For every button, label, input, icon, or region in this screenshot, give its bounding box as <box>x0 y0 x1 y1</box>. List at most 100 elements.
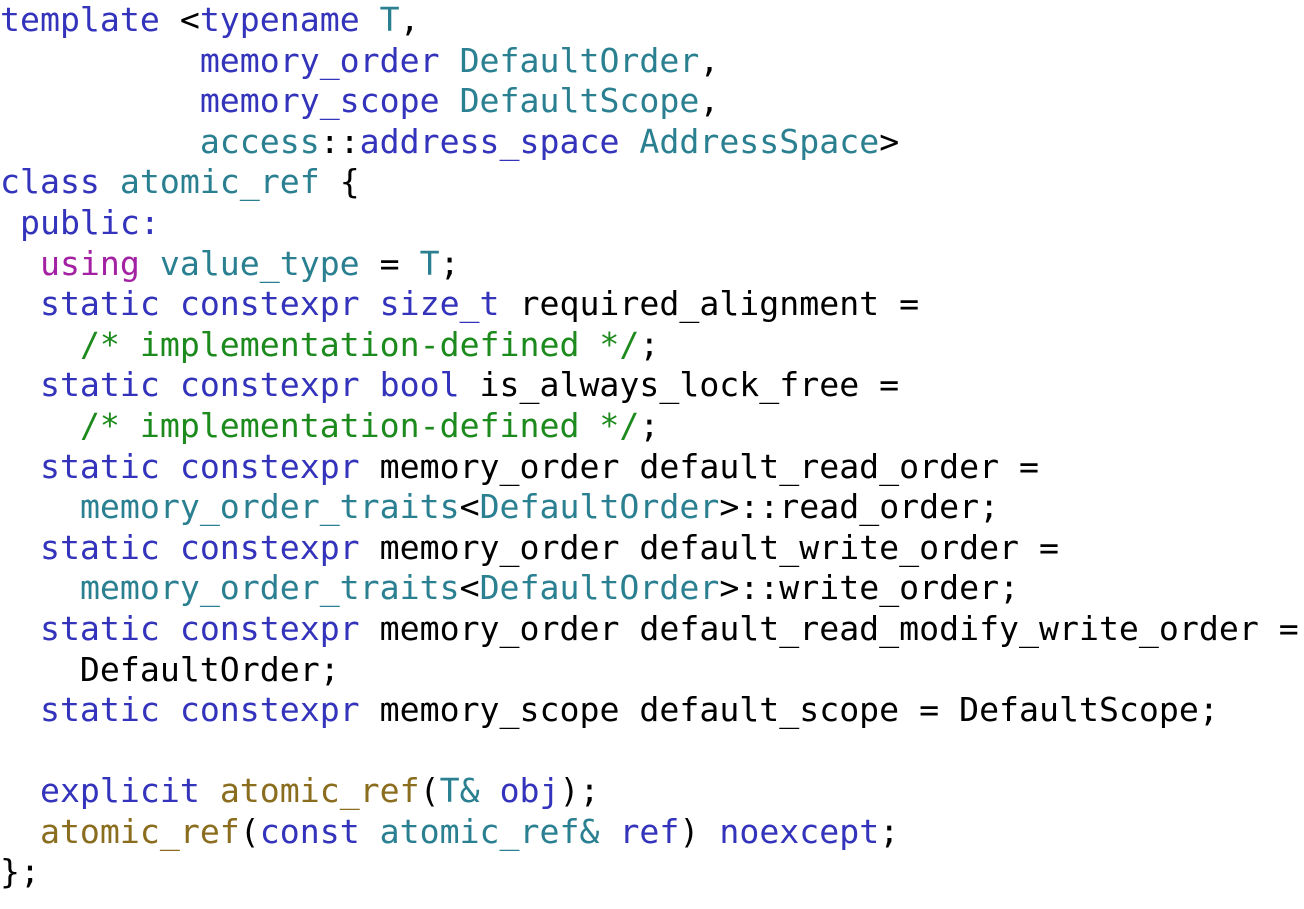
code-token: < <box>459 487 480 527</box>
code-line: static constexpr size_t required_alignme… <box>0 284 1304 325</box>
code-line: class atomic_ref { <box>0 162 1304 203</box>
code-token: DefaultOrder <box>479 487 720 527</box>
code-token: using <box>39 243 140 283</box>
code-token: memory_order <box>199 40 440 80</box>
code-token: atomic_ref <box>39 811 240 851</box>
code-line: static constexpr memory_scope default_sc… <box>0 690 1304 731</box>
code-token: :: <box>319 121 360 161</box>
code-token: static constexpr bool <box>39 365 460 405</box>
code-token: public: <box>19 202 160 242</box>
code-token: , <box>699 40 720 80</box>
code-token: memory_order default_read_modify_write_o… <box>359 608 1299 648</box>
code-line: using value_type = T; <box>0 244 1304 285</box>
code-token: T <box>379 0 400 39</box>
code-line: /* implementation-defined */; <box>0 406 1304 447</box>
code-token: < <box>459 568 480 608</box>
code-line: atomic_ref(const atomic_ref& ref) noexce… <box>0 812 1304 853</box>
code-token: AddressSpace <box>639 121 880 161</box>
code-line: }; <box>0 852 1304 893</box>
code-token: atomic_ref <box>119 162 320 202</box>
code-line: access::address_space AddressSpace> <box>0 122 1304 163</box>
code-token: is_always_lock_free = <box>459 365 900 405</box>
code-token: static constexpr <box>39 446 360 486</box>
code-line: static constexpr memory_order default_re… <box>0 609 1304 650</box>
code-line: template <typename T, <box>0 0 1304 41</box>
code-line: memory_order_traits<DefaultOrder>::read_… <box>0 487 1304 528</box>
code-line: memory_order_traits<DefaultOrder>::write… <box>0 568 1304 609</box>
code-token: noexcept <box>719 811 880 851</box>
code-token: ); <box>559 771 600 811</box>
code-token: ref <box>619 811 680 851</box>
code-token: ; <box>639 324 660 364</box>
code-line: /* implementation-defined */; <box>0 325 1304 366</box>
code-token: obj <box>499 771 560 811</box>
code-token: static constexpr <box>39 690 360 730</box>
code-token: template <box>0 0 160 39</box>
code-token: class <box>0 162 100 202</box>
code-token: const <box>259 811 360 851</box>
code-token: atomic_ref& <box>379 811 600 851</box>
code-token: required_alignment = <box>499 284 920 324</box>
code-token: memory_order_traits <box>79 487 460 527</box>
code-line: explicit atomic_ref(T& obj); <box>0 771 1304 812</box>
code-token: < <box>179 0 200 39</box>
code-token: ; <box>639 405 660 445</box>
code-token: DefaultOrder; <box>0 649 340 689</box>
code-token: T& <box>439 771 480 811</box>
code-token: memory_scope <box>199 81 440 121</box>
code-token: explicit <box>39 771 200 811</box>
code-line: static constexpr bool is_always_lock_fre… <box>0 365 1304 406</box>
code-token: static constexpr <box>39 527 360 567</box>
code-token: ) <box>679 811 720 851</box>
code-token: > <box>879 121 900 161</box>
code-token: /* implementation-defined */ <box>79 405 640 445</box>
code-token: DefaultOrder <box>479 568 720 608</box>
code-token: DefaultScope <box>459 81 700 121</box>
code-token: typename <box>199 0 360 39</box>
code-line: memory_scope DefaultScope, <box>0 81 1304 122</box>
code-token: }; <box>0 852 40 892</box>
code-token: T <box>419 243 440 283</box>
code-token: ( <box>239 811 260 851</box>
code-token: address_space <box>359 121 620 161</box>
code-line: static constexpr memory_order default_re… <box>0 447 1304 488</box>
code-line: static constexpr memory_order default_wr… <box>0 528 1304 569</box>
code-token: ( <box>419 771 440 811</box>
code-token: DefaultOrder <box>459 40 700 80</box>
code-line: memory_order DefaultOrder, <box>0 41 1304 82</box>
code-token: value_type <box>159 243 360 283</box>
code-token: memory_order_traits <box>79 568 460 608</box>
code-token: >::write_order; <box>719 568 1020 608</box>
code-token: memory_order default_read_order = <box>359 446 1040 486</box>
code-line: DefaultOrder; <box>0 650 1304 691</box>
code-token: access <box>199 121 320 161</box>
code-token: ; <box>439 243 460 283</box>
